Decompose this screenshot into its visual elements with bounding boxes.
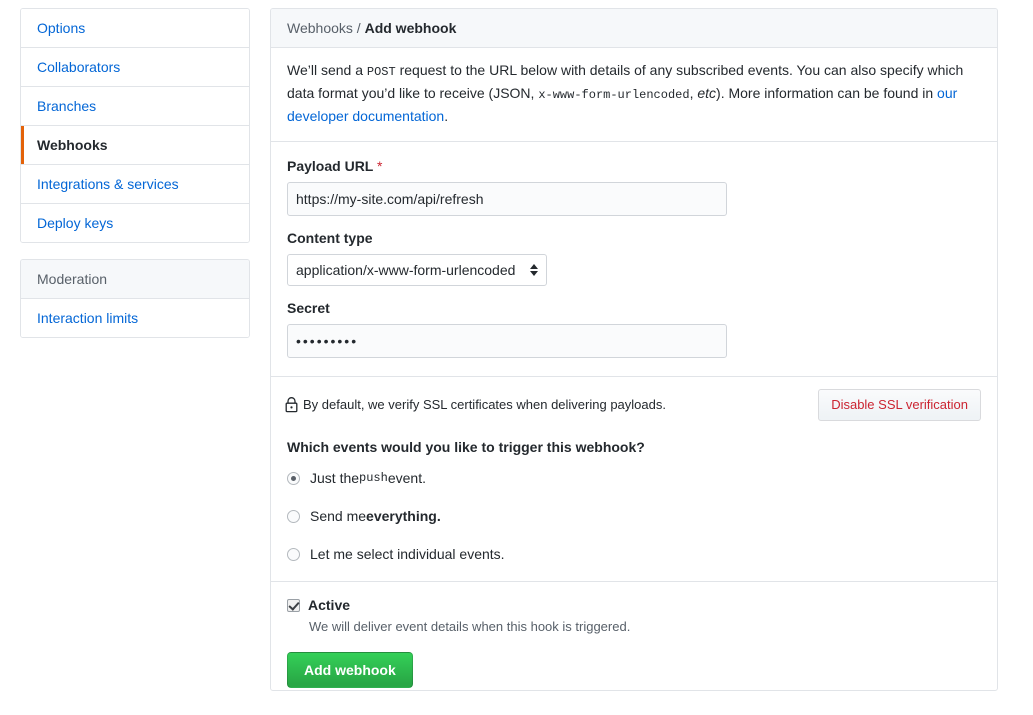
content-type-label: Content type bbox=[287, 230, 373, 246]
event-trigger-options: Just the push event. Send me everything.… bbox=[271, 461, 997, 581]
payload-url-field: Payload URL * bbox=[287, 158, 981, 216]
active-checkbox-row[interactable]: Active bbox=[287, 596, 981, 614]
intro-part-5: . bbox=[444, 108, 449, 124]
radio-label-strong: everything. bbox=[366, 508, 441, 524]
active-label: Active bbox=[308, 597, 351, 613]
radio-indicator[interactable] bbox=[287, 471, 300, 485]
radio-indicator[interactable] bbox=[287, 547, 300, 561]
sidebar-item-integrations-services[interactable]: Integrations & services bbox=[21, 165, 249, 204]
payload-url-label-text: Payload URL bbox=[287, 158, 374, 174]
radio-indicator[interactable] bbox=[287, 509, 300, 523]
radio-label-suffix: event. bbox=[387, 470, 426, 486]
intro-part-1: We’ll send a bbox=[287, 62, 367, 78]
moderation-menu: Moderation Interaction limits bbox=[20, 259, 250, 338]
settings-menu: Options Collaborators Branches Webhooks … bbox=[20, 8, 250, 243]
secret-label: Secret bbox=[287, 300, 330, 316]
secret-field: Secret bbox=[287, 300, 981, 358]
moderation-header: Moderation bbox=[21, 260, 249, 299]
breadcrumb-parent: Webhooks bbox=[287, 20, 353, 36]
radio-select-individual-events[interactable]: Let me select individual events. bbox=[287, 545, 981, 563]
sidebar-item-interaction-limits[interactable]: Interaction limits bbox=[21, 299, 249, 337]
sidebar-item-webhooks[interactable]: Webhooks bbox=[21, 126, 249, 165]
breadcrumb: Webhooks / Add webhook bbox=[271, 9, 997, 48]
secret-input[interactable] bbox=[287, 324, 727, 358]
urlencoded-code: x-www-form-urlencoded bbox=[538, 88, 690, 102]
intro-etc: etc bbox=[697, 85, 717, 101]
webhook-form: Payload URL * Content type application/x… bbox=[271, 142, 997, 376]
page-root: Options Collaborators Branches Webhooks … bbox=[0, 0, 1033, 715]
add-webhook-panel: Webhooks / Add webhook We’ll send a POST… bbox=[270, 8, 998, 691]
required-asterisk: * bbox=[377, 158, 383, 174]
ssl-note-text: By default, we verify SSL certificates w… bbox=[303, 397, 666, 412]
radio-label-prefix: Just the bbox=[310, 470, 360, 486]
payload-url-label: Payload URL * bbox=[287, 158, 981, 175]
radio-label-prefix: Send me bbox=[310, 508, 367, 524]
breadcrumb-separator: / bbox=[352, 20, 365, 36]
sidebar-item-collaborators[interactable]: Collaborators bbox=[21, 48, 249, 87]
ssl-note: By default, we verify SSL certificates w… bbox=[285, 396, 666, 414]
lock-icon bbox=[285, 397, 298, 413]
radio-send-me-everything[interactable]: Send me everything. bbox=[287, 507, 981, 525]
add-webhook-button[interactable]: Add webhook bbox=[287, 652, 413, 688]
content-type-field: Content type application/x-www-form-urle… bbox=[287, 230, 981, 286]
ssl-verification-row: By default, we verify SSL certificates w… bbox=[271, 377, 997, 431]
check-icon[interactable] bbox=[287, 598, 300, 612]
breadcrumb-current: Add webhook bbox=[364, 20, 457, 36]
sidebar-item-branches[interactable]: Branches bbox=[21, 87, 249, 126]
events-question: Which events would you like to trigger t… bbox=[287, 439, 645, 455]
sidebar-item-deploy-keys[interactable]: Deploy keys bbox=[21, 204, 249, 242]
intro-text: We’ll send a POST request to the URL bel… bbox=[271, 48, 997, 142]
post-code: POST bbox=[366, 65, 396, 79]
push-code: push bbox=[359, 471, 388, 485]
disable-ssl-verification-button[interactable]: Disable SSL verification bbox=[818, 389, 981, 421]
active-section: Active We will deliver event details whe… bbox=[271, 582, 997, 690]
payload-url-input[interactable] bbox=[287, 182, 727, 216]
radio-label-prefix: Let me select individual events. bbox=[310, 546, 505, 562]
active-description: We will deliver event details when this … bbox=[309, 619, 631, 634]
content-type-select-wrap: application/x-www-form-urlencodedapplica… bbox=[287, 254, 547, 286]
content-type-select[interactable]: application/x-www-form-urlencodedapplica… bbox=[287, 254, 547, 286]
sidebar-item-options[interactable]: Options bbox=[21, 9, 249, 48]
settings-sidebar: Options Collaborators Branches Webhooks … bbox=[20, 8, 250, 338]
intro-part-4: ). More information can be found in bbox=[716, 85, 938, 101]
radio-just-push-event[interactable]: Just the push event. bbox=[287, 469, 981, 487]
